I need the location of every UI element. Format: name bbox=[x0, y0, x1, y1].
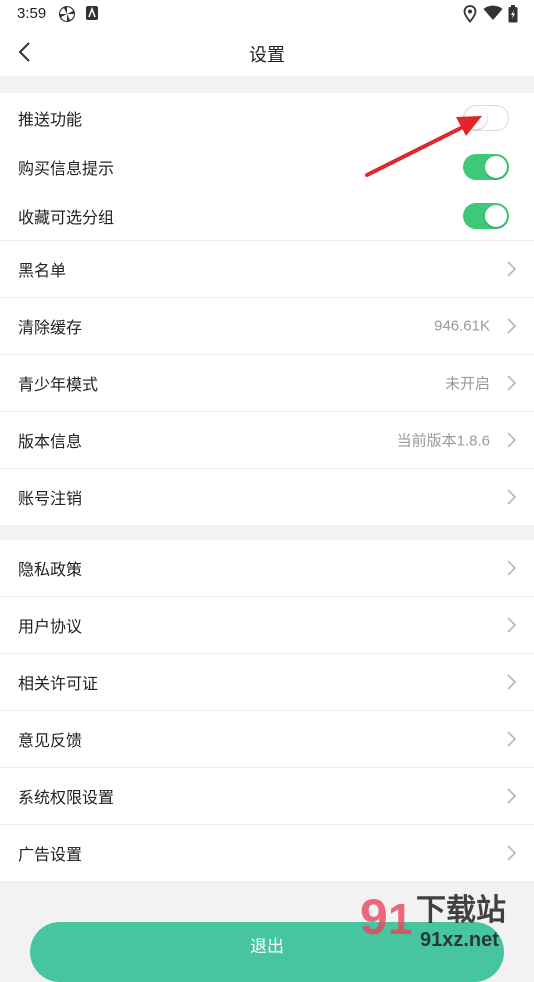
purchase-info-switch[interactable] bbox=[463, 153, 509, 180]
chevron-right-icon bbox=[507, 560, 517, 576]
chevron-right-icon bbox=[507, 489, 517, 505]
licenses-label: 相关许可证 bbox=[18, 676, 99, 693]
licenses-row[interactable]: 相关许可证 bbox=[0, 654, 534, 711]
ad-settings-label: 广告设置 bbox=[18, 847, 83, 864]
push-notification-row: 推送功能 bbox=[0, 93, 534, 142]
feedback-row[interactable]: 意见反馈 bbox=[0, 711, 534, 768]
system-permission-row[interactable]: 系统权限设置 bbox=[0, 768, 534, 825]
switch-knob bbox=[485, 155, 507, 178]
switch-knob bbox=[465, 106, 487, 129]
user-agreement-label: 用户协议 bbox=[18, 619, 83, 636]
version-value: 当前版本1.8.6 bbox=[396, 432, 490, 450]
watermark-brand: 下载站 bbox=[416, 893, 506, 928]
switch-knob bbox=[485, 204, 507, 227]
favorite-group-label: 收藏可选分组 bbox=[18, 209, 115, 227]
privacy-policy-row[interactable]: 隐私政策 bbox=[0, 540, 534, 597]
wifi-icon bbox=[483, 5, 503, 20]
site-watermark-logo: 9 1 下载站 91xz.net bbox=[360, 889, 506, 950]
purchase-info-row: 购买信息提示 bbox=[0, 142, 534, 191]
youth-mode-row[interactable]: 青少年模式 未开启 bbox=[0, 355, 534, 412]
page-title: 设置 bbox=[249, 45, 285, 65]
chevron-right-icon bbox=[507, 674, 517, 690]
blacklist-label: 黑名单 bbox=[18, 263, 67, 280]
watermark-site: 91xz.net bbox=[420, 929, 499, 950]
youth-mode-label: 青少年模式 bbox=[18, 377, 99, 394]
chevron-right-icon bbox=[507, 375, 517, 391]
chevron-right-icon bbox=[507, 845, 517, 861]
toggle-section: 推送功能 购买信息提示 收藏可选分组 黑名单 清除缓存 946.61K 青少年模… bbox=[0, 93, 534, 525]
feedback-label: 意见反馈 bbox=[18, 733, 83, 750]
account-cancel-label: 账号注销 bbox=[18, 491, 83, 508]
cache-size-value: 946.61K bbox=[434, 317, 490, 335]
version-info-row[interactable]: 版本信息 当前版本1.8.6 bbox=[0, 412, 534, 469]
system-permission-label: 系统权限设置 bbox=[18, 790, 115, 807]
push-notification-switch[interactable] bbox=[463, 104, 509, 131]
pinwheel-icon bbox=[59, 6, 75, 22]
location-icon bbox=[463, 5, 477, 23]
push-notification-label: 推送功能 bbox=[18, 111, 83, 129]
svg-text:9: 9 bbox=[360, 889, 388, 945]
chevron-right-icon bbox=[507, 261, 517, 277]
user-agreement-row[interactable]: 用户协议 bbox=[0, 597, 534, 654]
favorite-group-row: 收藏可选分组 bbox=[0, 191, 534, 241]
header-bar: 设置 bbox=[0, 28, 534, 76]
version-info-label: 版本信息 bbox=[18, 434, 83, 451]
app-notification-icon bbox=[86, 6, 98, 20]
privacy-policy-label: 隐私政策 bbox=[18, 562, 83, 579]
chevron-right-icon bbox=[507, 617, 517, 633]
battery-icon bbox=[508, 5, 518, 23]
status-time: 3:59 bbox=[17, 5, 47, 22]
info-section: 隐私政策 用户协议 相关许可证 意见反馈 系统权限设置 广告设置 bbox=[0, 540, 534, 881]
clear-cache-row[interactable]: 清除缓存 946.61K bbox=[0, 298, 534, 355]
chevron-right-icon bbox=[507, 731, 517, 747]
chevron-right-icon bbox=[507, 432, 517, 448]
purchase-info-label: 购买信息提示 bbox=[18, 160, 115, 178]
youth-mode-value: 未开启 bbox=[444, 375, 490, 393]
blacklist-row[interactable]: 黑名单 bbox=[0, 241, 534, 298]
favorite-group-switch[interactable] bbox=[463, 202, 509, 229]
ad-settings-row[interactable]: 广告设置 bbox=[0, 825, 534, 881]
status-bar: 3:59 bbox=[0, 0, 534, 28]
account-cancel-row[interactable]: 账号注销 bbox=[0, 469, 534, 525]
svg-text:1: 1 bbox=[388, 895, 412, 944]
chevron-right-icon bbox=[507, 318, 517, 334]
clear-cache-label: 清除缓存 bbox=[18, 320, 83, 337]
chevron-right-icon bbox=[507, 788, 517, 804]
